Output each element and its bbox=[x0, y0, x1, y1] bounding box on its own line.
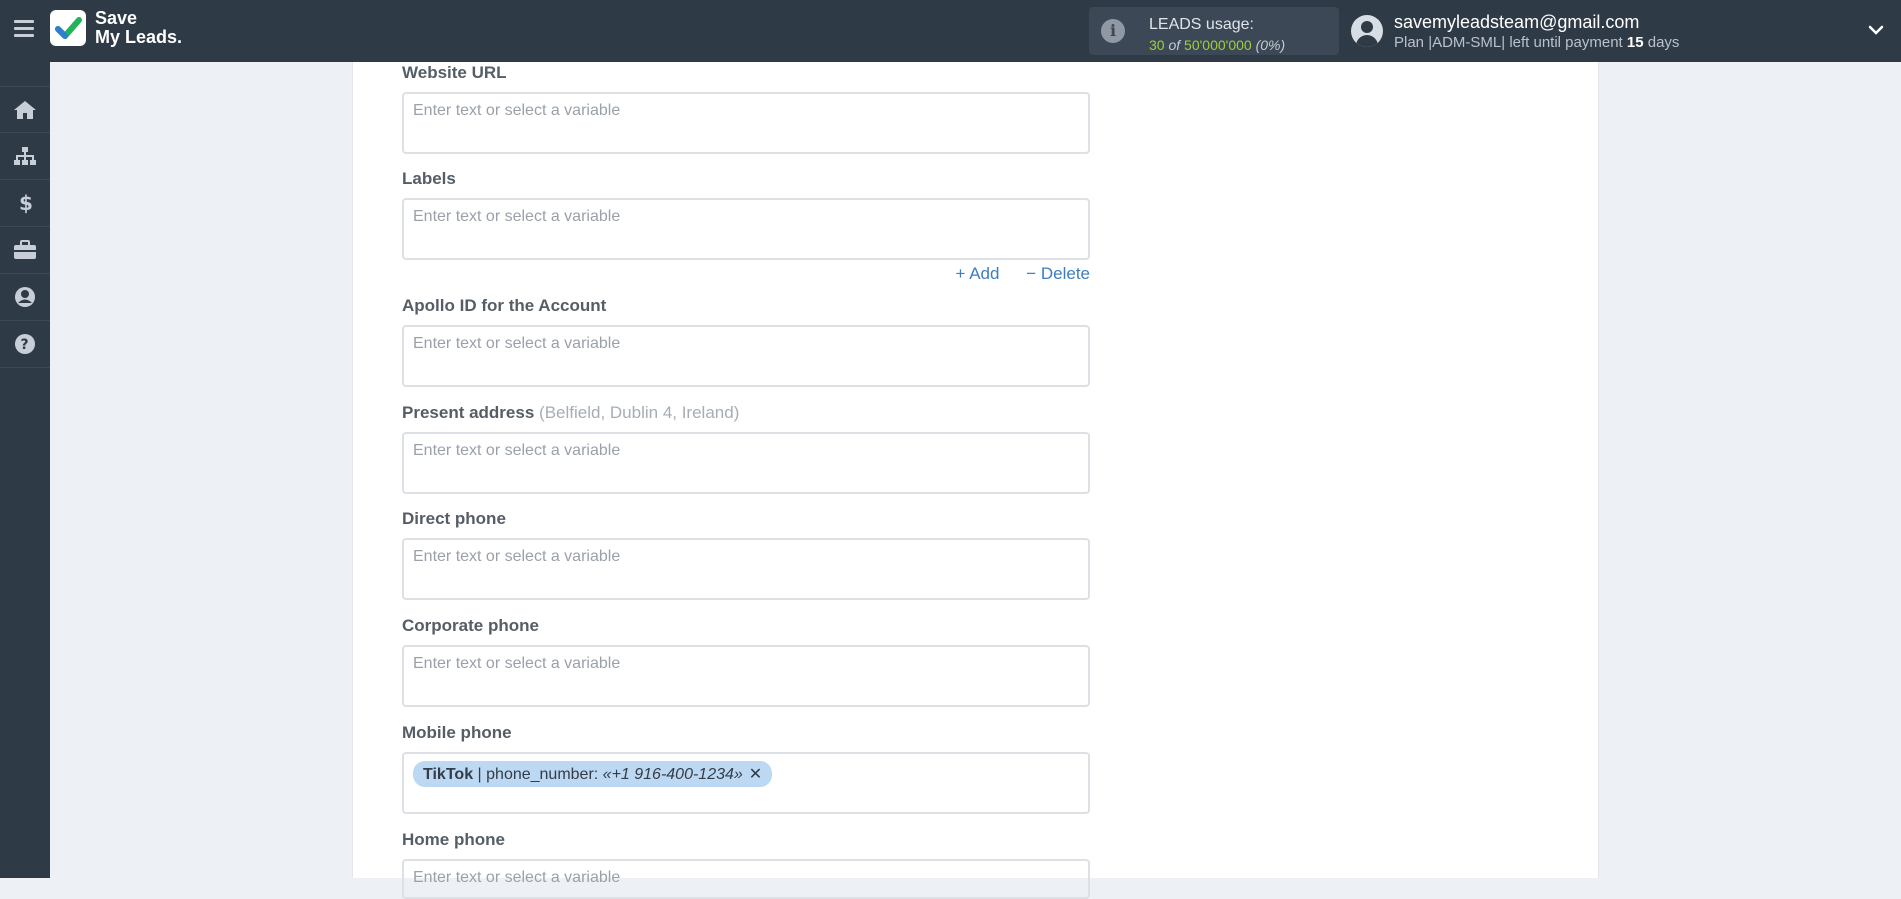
leads-total: 50'000'000 bbox=[1184, 37, 1252, 53]
brand-name-line1: Save bbox=[95, 8, 138, 28]
direct-phone-input[interactable]: Enter text or select a variable bbox=[402, 538, 1090, 600]
mobile-phone-input[interactable]: TikTok | phone_number: «+1 916-400-1234»… bbox=[402, 752, 1090, 814]
tag-value: «+1 916-400-1234» bbox=[602, 766, 743, 783]
brand-name-line2: My Leads. bbox=[95, 27, 183, 47]
field-mobile-phone: Mobile phone TikTok | phone_number: «+1 … bbox=[402, 722, 1090, 814]
tag-field: | phone_number: bbox=[473, 766, 603, 783]
field-present-address: Present address (Belfield, Dublin 4, Ire… bbox=[402, 402, 1090, 494]
svg-text:$: $ bbox=[19, 192, 32, 214]
user-email[interactable]: savemyleadsteam@gmail.com bbox=[1394, 12, 1639, 33]
dollar-icon: $ bbox=[19, 192, 32, 214]
sidebar: $ ? bbox=[0, 62, 50, 878]
field-label: Corporate phone bbox=[402, 616, 539, 635]
svg-text:?: ? bbox=[21, 337, 29, 353]
briefcase-icon bbox=[14, 240, 36, 259]
field-home-phone: Home phone Enter text or select a variab… bbox=[402, 829, 1090, 899]
apollo-id-input[interactable]: Enter text or select a variable bbox=[402, 325, 1090, 387]
field-label: Labels bbox=[402, 169, 456, 188]
sitemap-icon bbox=[14, 147, 36, 165]
corporate-phone-input[interactable]: Enter text or select a variable bbox=[402, 645, 1090, 707]
sidebar-item-account[interactable] bbox=[0, 274, 50, 321]
delete-button[interactable]: − Delete bbox=[1026, 264, 1090, 283]
help-icon: ? bbox=[15, 334, 35, 354]
present-address-hint: (Belfield, Dublin 4, Ireland) bbox=[539, 403, 740, 422]
field-label: Mobile phone bbox=[402, 723, 512, 742]
sidebar-item-help[interactable]: ? bbox=[0, 321, 50, 368]
field-labels: Labels Enter text or select a variable +… bbox=[402, 168, 1090, 286]
chevron-down-icon[interactable] bbox=[1868, 22, 1884, 38]
leads-used: 30 bbox=[1149, 37, 1165, 53]
menu-icon[interactable] bbox=[14, 20, 34, 37]
tag-source: TikTok bbox=[423, 766, 474, 783]
field-apollo-id: Apollo ID for the Account Enter text or … bbox=[402, 295, 1090, 387]
leads-of: of bbox=[1168, 37, 1181, 53]
user-icon bbox=[15, 287, 35, 307]
present-address-input[interactable]: Enter text or select a variable bbox=[402, 432, 1090, 494]
avatar[interactable] bbox=[1351, 15, 1383, 47]
main-panel: Website URL Enter text or select a varia… bbox=[352, 62, 1599, 899]
field-corporate-phone: Corporate phone Enter text or select a v… bbox=[402, 615, 1090, 707]
field-label: Present address (Belfield, Dublin 4, Ire… bbox=[402, 402, 1090, 424]
sidebar-item-tools[interactable] bbox=[0, 227, 50, 274]
leads-percent: (0%) bbox=[1255, 37, 1286, 53]
leads-usage-count: 30 of 50'000'000 (0%) bbox=[1149, 37, 1285, 53]
sidebar-item-billing[interactable]: $ bbox=[0, 180, 50, 227]
website-url-input[interactable]: Enter text or select a variable bbox=[402, 92, 1090, 154]
home-phone-input[interactable]: Enter text or select a variable bbox=[402, 859, 1090, 899]
close-icon[interactable]: ✕ bbox=[749, 766, 762, 783]
field-label: Website URL bbox=[402, 63, 507, 82]
leads-usage-label: LEADS usage: bbox=[1149, 16, 1254, 33]
present-address-label: Present address bbox=[402, 403, 535, 422]
variable-tag[interactable]: TikTok | phone_number: «+1 916-400-1234»… bbox=[413, 761, 773, 787]
brand-name: Save My Leads. bbox=[95, 9, 182, 47]
field-label: Apollo ID for the Account bbox=[402, 296, 607, 315]
add-button[interactable]: + Add bbox=[956, 264, 1000, 283]
labels-actions: + Add − Delete bbox=[402, 264, 1091, 286]
leads-usage-box: i LEADS usage: 30 of 50'000'000 (0%) bbox=[1089, 7, 1339, 55]
top-bar: Save My Leads. i LEADS usage: 30 of 50'0… bbox=[0, 0, 1901, 62]
field-direct-phone: Direct phone Enter text or select a vari… bbox=[402, 508, 1090, 600]
info-icon: i bbox=[1101, 19, 1125, 43]
sidebar-item-home[interactable] bbox=[0, 86, 50, 133]
user-plan: Plan |ADM-SML| left until payment 15 day… bbox=[1394, 34, 1679, 51]
sidebar-item-connections[interactable] bbox=[0, 133, 50, 180]
labels-input[interactable]: Enter text or select a variable bbox=[402, 198, 1090, 260]
plan-days: 15 bbox=[1626, 34, 1644, 51]
logo-icon[interactable] bbox=[50, 10, 86, 46]
field-website-url: Website URL Enter text or select a varia… bbox=[402, 62, 1090, 154]
home-icon bbox=[14, 100, 36, 119]
field-label: Home phone bbox=[402, 830, 505, 849]
plan-days-suffix: days bbox=[1647, 34, 1680, 51]
plan-text: Plan |ADM-SML| left until payment bbox=[1394, 34, 1623, 51]
field-label: Direct phone bbox=[402, 509, 506, 528]
